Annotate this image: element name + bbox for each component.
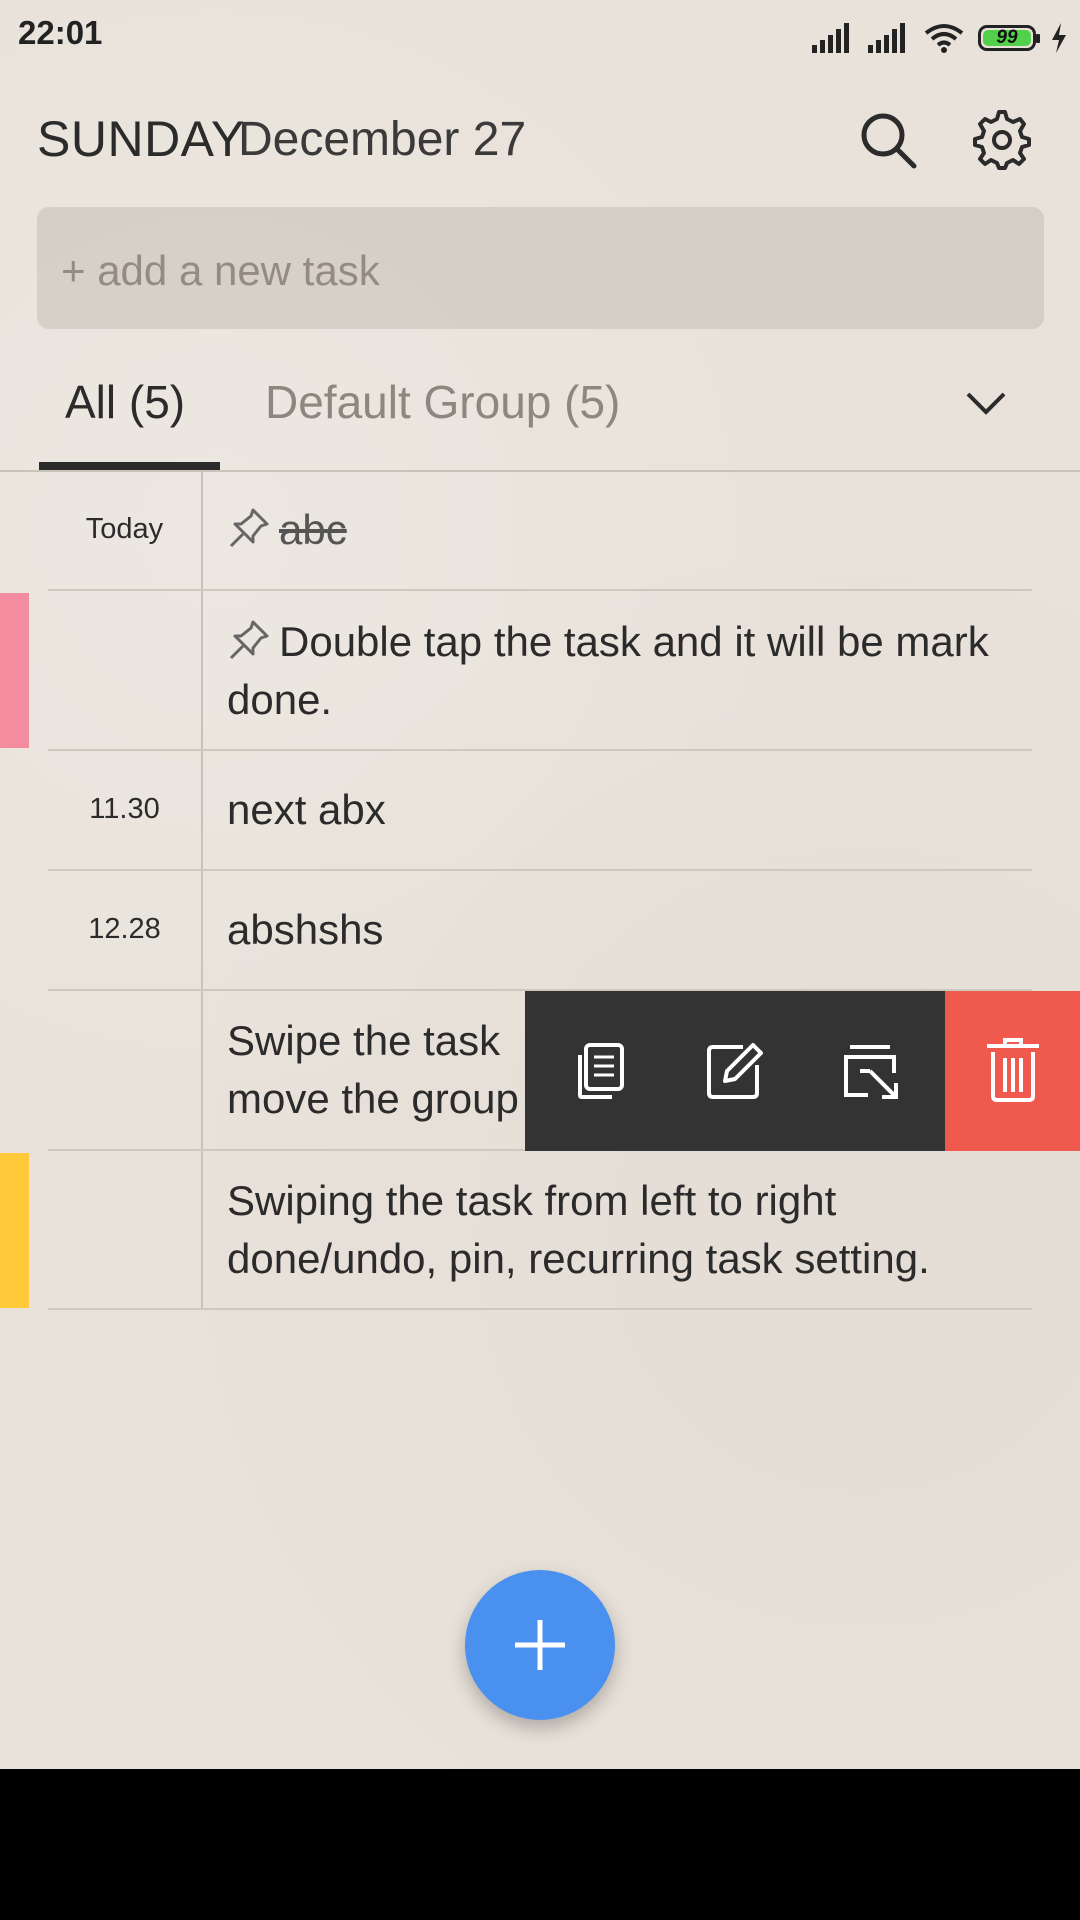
header-date: December 27: [238, 113, 527, 166]
copy-button[interactable]: [558, 1029, 642, 1113]
search-button[interactable]: [853, 105, 923, 175]
task-date: Today: [85, 513, 164, 545]
task-title: Double tap the task and it will be mark …: [227, 618, 989, 723]
settings-button[interactable]: [967, 105, 1037, 175]
task-date: 12.28: [88, 913, 161, 945]
search-icon: [861, 113, 917, 169]
task-title: Swiping the task from left to right done…: [227, 1177, 930, 1282]
task-title: abshshs: [227, 906, 384, 953]
task-text: Double tap the task and it will be mark …: [227, 613, 1007, 729]
header-day: SUNDAY: [37, 111, 245, 167]
chevron-down-icon: [966, 392, 1006, 415]
wifi-icon: [924, 24, 964, 53]
date-column-divider: [201, 472, 203, 1309]
battery-icon: 99: [978, 25, 1040, 51]
move-group-icon: [844, 1045, 898, 1099]
signal-icon: [812, 23, 849, 53]
color-tag: [0, 1153, 29, 1308]
edit-button[interactable]: [693, 1029, 777, 1113]
signal-icon: [868, 23, 905, 53]
add-task-fab[interactable]: [465, 1570, 615, 1720]
pin-icon: [229, 508, 269, 548]
row-divider: [48, 1308, 1032, 1310]
task-title: next abx: [227, 786, 386, 833]
task-title-line: move the group: [227, 1075, 519, 1122]
task-text: abc: [227, 501, 347, 559]
add-task-input[interactable]: + add a new task: [37, 207, 1044, 329]
status-icons: 99: [812, 18, 1068, 58]
delete-button[interactable]: [945, 991, 1080, 1151]
task-title: abc: [279, 506, 347, 553]
row-divider: [48, 749, 1032, 751]
trash-icon: [987, 1038, 1039, 1102]
tab-default-group[interactable]: Default Group (5): [265, 375, 620, 429]
edit-icon: [707, 1043, 763, 1099]
color-tag: [0, 593, 29, 748]
task-date: 11.30: [89, 793, 160, 825]
charging-icon: [1052, 23, 1066, 53]
row-divider: [48, 869, 1032, 871]
battery-level: 99: [996, 27, 1018, 48]
task-title-line: Swipe the task: [227, 1017, 501, 1064]
app-screen: 22:01 99 SUNDAY December 27 + add a new …: [0, 0, 1080, 1769]
copy-icon: [578, 1043, 624, 1099]
task-text: Swipe the task move the group: [227, 1012, 519, 1128]
tab-indicator: [39, 462, 220, 470]
status-time: 22:01: [18, 14, 103, 51]
row-divider: [48, 589, 1032, 591]
tab-all[interactable]: All (5): [65, 375, 185, 429]
group-dropdown-button[interactable]: [951, 368, 1021, 438]
pin-icon: [229, 620, 269, 660]
move-group-button[interactable]: [828, 1029, 912, 1113]
add-task-placeholder: + add a new task: [61, 247, 380, 294]
plus-icon: [515, 1620, 565, 1670]
divider: [0, 470, 1080, 472]
gear-icon: [973, 110, 1031, 170]
